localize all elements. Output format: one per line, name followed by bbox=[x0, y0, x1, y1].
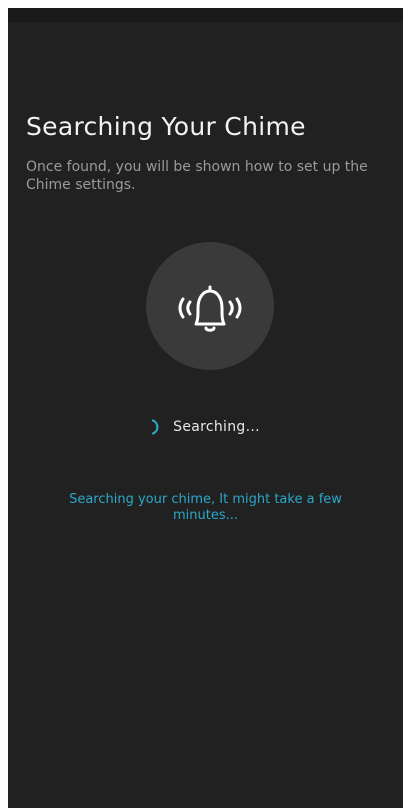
page-title: Searching Your Chime bbox=[26, 112, 306, 141]
loading-spinner-icon bbox=[152, 419, 159, 435]
search-hint: Searching your chime, It might take a fe… bbox=[69, 492, 342, 523]
page-subtitle: Once found, you will be shown how to set… bbox=[26, 159, 368, 193]
app-screen: Searching Your Chime Once found, you wil… bbox=[8, 8, 403, 808]
status-bar bbox=[8, 8, 403, 22]
bell-ringing-icon bbox=[178, 285, 242, 332]
status-text: Searching... bbox=[173, 419, 260, 435]
search-status: Searching... bbox=[8, 418, 403, 436]
chime-icon-circle bbox=[146, 242, 274, 370]
